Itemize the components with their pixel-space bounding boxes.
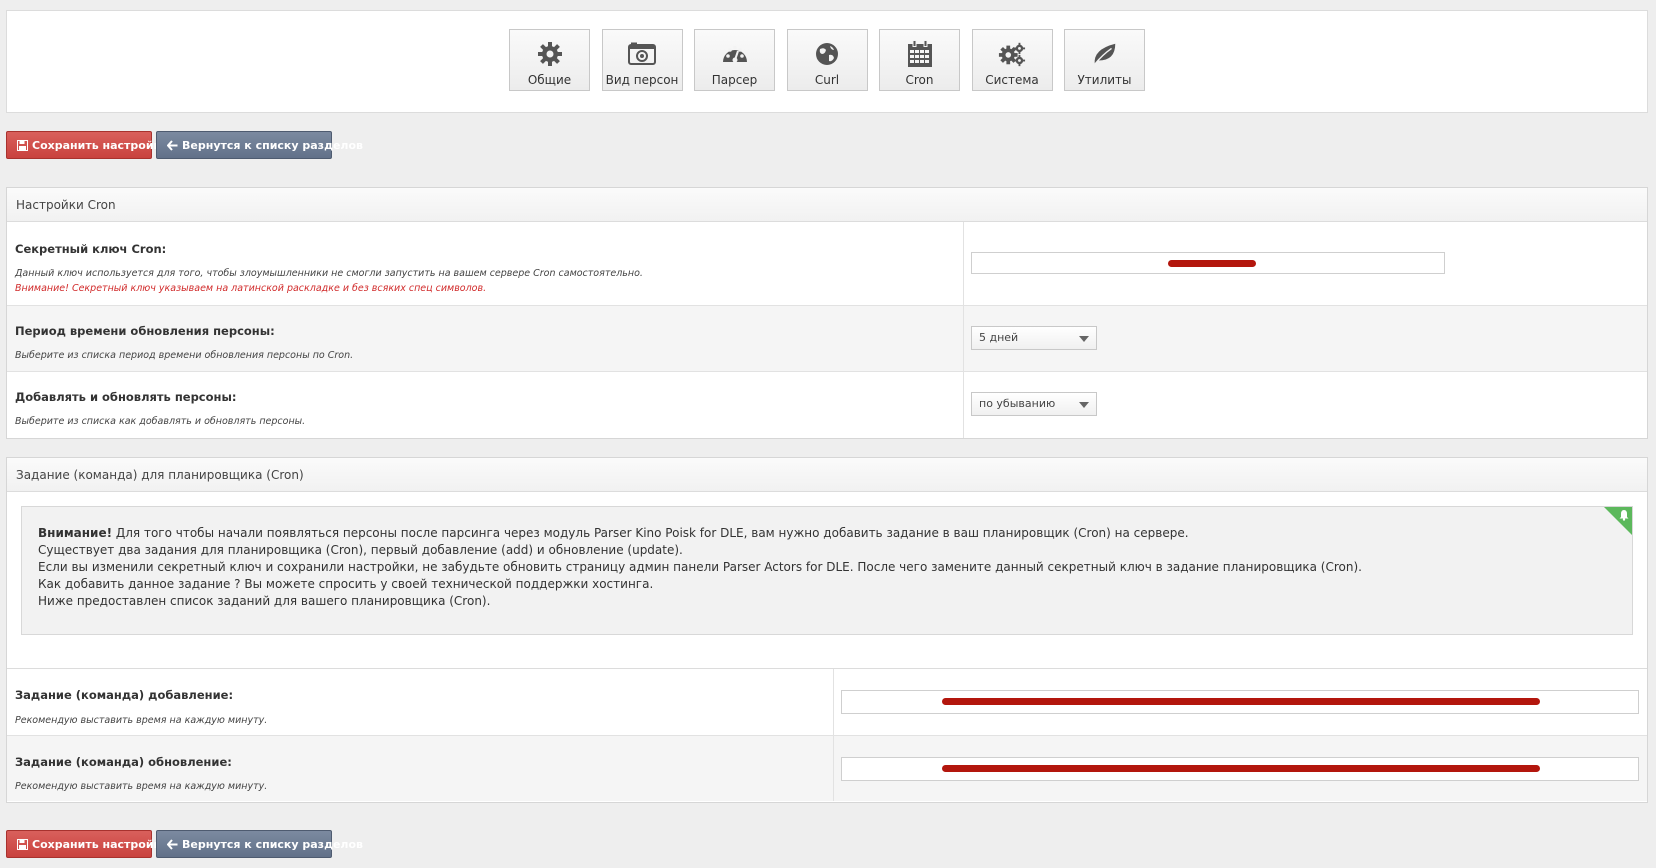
tab-label: Общие [527, 73, 572, 87]
task-label-cell: Задание (команда) добавление: Рекомендую… [7, 669, 834, 735]
save-settings-label: Сохранить настройки [32, 837, 169, 851]
back-to-sections-button[interactable]: Вернутся к списку разделов [156, 830, 363, 858]
gears-icon [998, 40, 1026, 68]
alert-line: Внимание! Для того чтобы начали появлять… [38, 525, 1616, 542]
setting-row-order: Добавлять и обновлять персоны: Выберите … [7, 372, 1647, 438]
task-row-update: Задание (команда) обновление: Рекомендую… [7, 736, 1647, 801]
redaction-mark [1168, 260, 1256, 267]
floppy-icon [17, 139, 28, 151]
task-label-cell: Задание (команда) обновление: Рекомендую… [7, 736, 834, 801]
setting-title: Добавлять и обновлять персоны: [15, 390, 237, 404]
setting-description: Выберите из списка период времени обновл… [15, 350, 354, 361]
tab-label: Cron [905, 73, 934, 87]
arrow-left-icon [167, 139, 178, 151]
task-title: Задание (команда) обновление: [15, 755, 232, 769]
alert-line-1: Для того чтобы начали появляться персоны… [112, 526, 1189, 540]
alert-line-2: Существует два задания для планировщика … [38, 543, 683, 557]
setting-label-cell: Период времени обновления персоны: Выбер… [7, 306, 964, 371]
alert-line-5: Ниже предоставлен список заданий для ваш… [38, 594, 491, 608]
globe-icon [813, 40, 841, 68]
task-description: Рекомендую выставить время на каждую мин… [15, 781, 268, 792]
top-button-row: Сохранить настройки Вернутся к списку ра… [6, 131, 363, 159]
back-to-sections-label: Вернутся к списку разделов [182, 837, 363, 851]
gear-icon [536, 40, 564, 68]
alert-line-4: Как добавить данное задание ? Вы можете … [38, 577, 654, 591]
task-rows: Задание (команда) добавление: Рекомендую… [7, 668, 1647, 801]
setting-description: Данный ключ используется для того, чтобы… [15, 268, 643, 279]
update-command-input[interactable] [841, 757, 1639, 781]
setting-row-secret-key: Секретный ключ Cron: Данный ключ использ… [7, 222, 1647, 306]
camera-icon [628, 40, 656, 68]
alert-line-3: Если вы изменили секретный ключ и сохран… [38, 560, 1362, 574]
setting-row-period: Период времени обновления персоны: Выбер… [7, 306, 1647, 372]
tab-general[interactable]: Общие [509, 29, 590, 91]
cron-settings-panel: Настройки Cron Секретный ключ Cron: Данн… [6, 187, 1648, 439]
nav-tiles: Общие Вид персон Парсер Curl Cron Систем… [509, 29, 1157, 91]
calendar-icon [906, 40, 934, 68]
floppy-icon [17, 838, 28, 850]
order-selected-value: по убыванию [979, 397, 1056, 410]
period-selected-value: 5 дней [979, 331, 1019, 344]
tab-curl[interactable]: Curl [786, 29, 868, 91]
tab-label: Curl [814, 73, 840, 87]
bottom-button-row: Сохранить настройки Вернутся к списку ра… [6, 830, 363, 858]
tab-system[interactable]: Система [971, 29, 1053, 91]
top-nav-panel: Общие Вид персон Парсер Curl Cron Систем… [6, 10, 1648, 113]
period-select[interactable]: 5 дней [971, 326, 1097, 350]
setting-label-cell: Добавлять и обновлять персоны: Выберите … [7, 372, 964, 438]
bell-icon [1618, 509, 1630, 521]
tab-label: Вид персон [605, 73, 679, 87]
redaction-mark [942, 765, 1540, 772]
save-settings-button[interactable]: Сохранить настройки [6, 830, 169, 858]
add-command-input[interactable] [841, 690, 1639, 714]
chevron-down-icon [1079, 336, 1089, 342]
setting-label-cell: Секретный ключ Cron: Данный ключ использ… [7, 222, 964, 305]
tab-parser[interactable]: Парсер [694, 29, 775, 91]
tab-utilities[interactable]: Утилиты [1064, 29, 1145, 91]
dashboard-icon [721, 40, 749, 68]
alert-strong: Внимание! [38, 526, 113, 540]
back-to-sections-label: Вернутся к списку разделов [182, 138, 363, 152]
tab-cron[interactable]: Cron [879, 29, 960, 91]
save-settings-label: Сохранить настройки [32, 138, 169, 152]
cron-tasks-panel: Задание (команда) для планировщика (Cron… [6, 457, 1648, 803]
arrow-left-icon [167, 838, 178, 850]
info-alert: Внимание! Для того чтобы начали появлять… [21, 506, 1633, 635]
panel-title: Задание (команда) для планировщика (Cron… [7, 458, 1647, 492]
setting-title: Период времени обновления персоны: [15, 324, 275, 338]
tab-persons-view[interactable]: Вид персон [601, 29, 683, 91]
panel-title: Настройки Cron [7, 188, 1647, 222]
tab-label: Система [985, 73, 1039, 87]
chevron-down-icon [1079, 402, 1089, 408]
save-settings-button[interactable]: Сохранить настройки [6, 131, 169, 159]
task-description: Рекомендую выставить время на каждую мин… [15, 715, 268, 726]
back-to-sections-button[interactable]: Вернутся к списку разделов [156, 131, 363, 159]
task-title: Задание (команда) добавление: [15, 688, 234, 702]
leaf-icon [1091, 40, 1119, 68]
task-row-add: Задание (команда) добавление: Рекомендую… [7, 669, 1647, 736]
tab-label: Парсер [711, 73, 758, 87]
secret-key-input[interactable] [971, 252, 1445, 274]
setting-warning: Внимание! Секретный ключ указываем на ла… [15, 283, 487, 294]
redaction-mark [942, 698, 1540, 705]
setting-title: Секретный ключ Cron: [15, 242, 167, 256]
order-select[interactable]: по убыванию [971, 392, 1097, 416]
tab-label: Утилиты [1077, 73, 1132, 87]
setting-description: Выберите из списка как добавлять и обнов… [15, 416, 306, 427]
